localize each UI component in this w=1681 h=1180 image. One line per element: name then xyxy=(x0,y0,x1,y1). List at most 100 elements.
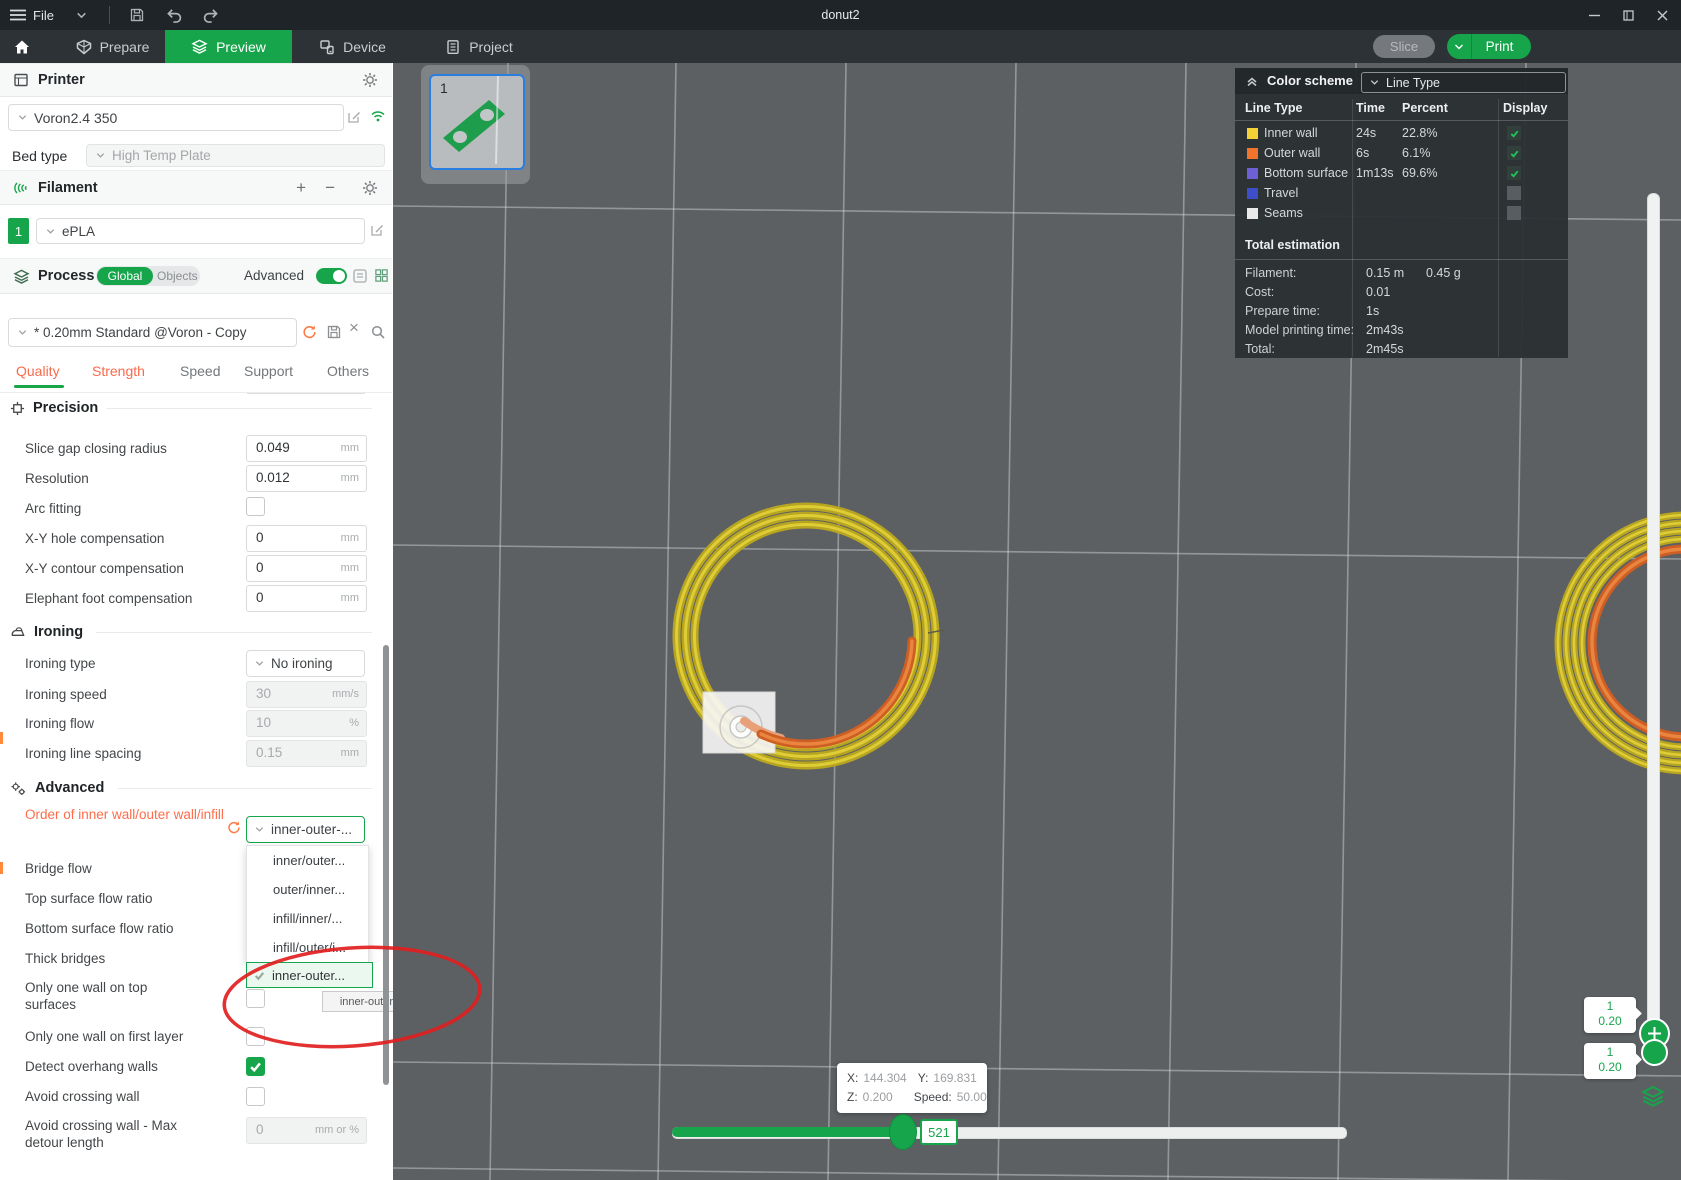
printer-preset-select[interactable]: Voron2.4 350 xyxy=(8,104,344,131)
home-button[interactable] xyxy=(2,30,42,63)
tab-speed[interactable]: Speed xyxy=(180,363,220,379)
remove-filament-button[interactable]: − xyxy=(325,179,335,196)
maximize-button[interactable] xyxy=(1611,0,1645,30)
parameter-list-icon[interactable] xyxy=(352,268,368,284)
dropdown-option[interactable]: infill/outer/i... xyxy=(247,933,368,962)
xy-contour-compensation-input[interactable]: 0mm xyxy=(246,555,367,582)
moves-slider-value: 521 xyxy=(920,1119,958,1145)
filament-select[interactable]: ePLA xyxy=(36,218,365,244)
undo-icon[interactable] xyxy=(166,0,183,30)
save-preset-icon[interactable] xyxy=(326,324,342,340)
file-menu-chevron-icon[interactable] xyxy=(75,0,88,30)
max-detour-length-input[interactable]: 0mm or % xyxy=(246,1117,367,1144)
close-button[interactable] xyxy=(1645,0,1679,30)
line-type-percent: 6.1% xyxy=(1402,146,1431,160)
display-checkbox[interactable] xyxy=(1507,186,1521,200)
slice-gap-input[interactable]: 0.049mm xyxy=(246,435,367,462)
total-value: 1s xyxy=(1366,304,1379,318)
printer-settings-gear-icon[interactable] xyxy=(362,72,378,88)
line-type-time: 1m13s xyxy=(1356,166,1394,180)
filament-section-header: Filament + − xyxy=(0,170,392,205)
layer-slider-track[interactable] xyxy=(1647,193,1660,1057)
reset-preset-icon[interactable] xyxy=(301,324,317,340)
moves-slider-handle[interactable] xyxy=(889,1114,917,1150)
minimize-button[interactable] xyxy=(1577,0,1611,30)
ironing-group-header: Ironing xyxy=(10,624,83,640)
display-checkbox[interactable] xyxy=(1507,206,1521,220)
delete-preset-icon[interactable]: × xyxy=(349,318,359,338)
line-type-swatch xyxy=(1247,188,1258,199)
tab-others[interactable]: Others xyxy=(327,363,369,379)
collapse-panel-icon[interactable] xyxy=(1245,74,1259,88)
print-button[interactable]: Print xyxy=(1447,34,1531,59)
divider xyxy=(1235,259,1568,260)
bed-type-select[interactable]: High Temp Plate xyxy=(86,144,385,167)
filament-edit-icon[interactable] xyxy=(369,222,385,238)
printer-icon xyxy=(13,72,29,88)
objects-grid-icon[interactable] xyxy=(374,268,389,283)
slice-button[interactable]: Slice xyxy=(1373,35,1435,58)
file-menu[interactable]: File xyxy=(33,8,54,23)
print-dropdown-chevron-icon[interactable] xyxy=(1447,34,1472,59)
main-toolbar: Prepare Preview Device Project Slice Pri… xyxy=(0,30,1681,63)
line-type-swatch xyxy=(1247,128,1258,139)
total-value: 0.15 m xyxy=(1366,266,1404,280)
add-filament-button[interactable]: + xyxy=(296,179,306,196)
chevron-down-icon xyxy=(1369,77,1380,88)
only-one-wall-first-layer-checkbox[interactable] xyxy=(246,1027,265,1046)
tab-project[interactable]: Project xyxy=(428,30,530,63)
layer-marker-label: 1 0.20 xyxy=(1584,997,1636,1033)
total-value: 2m43s xyxy=(1366,323,1404,337)
setting-label: Arc fitting xyxy=(25,500,81,517)
search-icon[interactable] xyxy=(370,324,386,340)
save-icon[interactable] xyxy=(129,0,145,30)
scope-global-button[interactable]: Global xyxy=(97,267,153,285)
order-of-walls-dropdown: inner/outer... outer/inner... infill/inn… xyxy=(246,845,369,963)
sidebar-scrollbar[interactable] xyxy=(383,645,389,1085)
dropdown-option[interactable]: outer/inner... xyxy=(247,875,368,904)
tab-device[interactable]: Device xyxy=(300,30,405,63)
printer-edit-icon[interactable] xyxy=(346,109,362,125)
layers-icon[interactable] xyxy=(1640,1085,1666,1107)
display-checkbox[interactable] xyxy=(1507,126,1521,140)
tab-prepare[interactable]: Prepare xyxy=(60,30,165,63)
tab-quality[interactable]: Quality xyxy=(16,363,60,379)
only-one-wall-top-checkbox[interactable] xyxy=(246,989,265,1008)
avoid-crossing-wall-checkbox[interactable] xyxy=(246,1087,265,1106)
tab-support[interactable]: Support xyxy=(244,363,293,379)
tab-preview[interactable]: Preview xyxy=(165,30,292,63)
display-checkbox[interactable] xyxy=(1507,166,1521,180)
arc-fitting-checkbox[interactable] xyxy=(246,497,265,516)
display-checkbox[interactable] xyxy=(1507,146,1521,160)
xy-hole-compensation-input[interactable]: 0mm xyxy=(246,525,367,552)
dropdown-option[interactable]: infill/inner/... xyxy=(247,904,368,933)
ironing-speed-input[interactable]: 30mm/s xyxy=(246,681,367,708)
ironing-type-select[interactable]: No ironing xyxy=(246,650,365,677)
dropdown-option-selected[interactable]: inner-outer... xyxy=(246,962,373,988)
line-type-percent: 69.6% xyxy=(1402,166,1437,180)
filament-settings-gear-icon[interactable] xyxy=(362,180,378,196)
gcode-preview-viewport[interactable]: 1 Color scheme Line Type Line Type Time … xyxy=(393,63,1681,1180)
tab-strength[interactable]: Strength xyxy=(92,363,145,379)
dropdown-option[interactable]: inner/outer... xyxy=(247,846,368,875)
layer-marker-label: 1 0.20 xyxy=(1584,1043,1636,1079)
ironing-line-spacing-input[interactable]: 0.15mm xyxy=(246,740,367,767)
check-icon xyxy=(253,969,266,982)
total-estimation-title: Total estimation xyxy=(1245,238,1340,252)
detect-overhang-walls-checkbox[interactable] xyxy=(246,1057,265,1076)
process-preset-select[interactable]: * 0.20mm Standard @Voron - Copy xyxy=(8,318,297,347)
ironing-flow-input[interactable]: 10% xyxy=(246,710,367,737)
elephant-foot-compensation-input[interactable]: 0mm xyxy=(246,585,367,612)
chevron-down-icon xyxy=(95,150,106,161)
plate-thumbnail[interactable]: 1 xyxy=(429,74,525,170)
scope-objects-button[interactable]: Objects xyxy=(157,269,198,283)
main-menu-hamburger-icon[interactable] xyxy=(10,0,26,30)
color-scheme-select[interactable]: Line Type xyxy=(1361,72,1566,93)
redo-icon[interactable] xyxy=(202,0,219,30)
resolution-input[interactable]: 0.012mm xyxy=(246,465,367,492)
advanced-toggle[interactable] xyxy=(316,268,347,284)
reset-setting-icon[interactable] xyxy=(226,820,241,835)
order-of-walls-select[interactable]: inner-outer-... xyxy=(246,816,365,843)
layer-slider-handle[interactable] xyxy=(1641,1039,1668,1066)
line-type-name: Outer wall xyxy=(1264,146,1320,160)
